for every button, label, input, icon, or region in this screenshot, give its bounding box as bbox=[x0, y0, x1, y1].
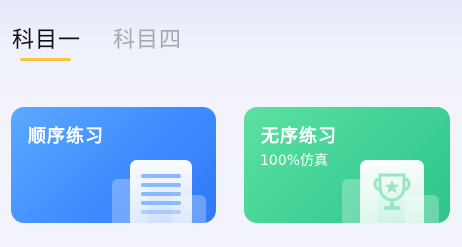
tab-subject-four[interactable]: 科目四 bbox=[113, 28, 182, 58]
subject-tabs: 科目一 科目四 bbox=[0, 0, 462, 90]
trophy-icon bbox=[342, 160, 439, 223]
sequential-practice-card[interactable]: 顺序练习 bbox=[11, 107, 216, 223]
sequential-practice-title: 顺序练习 bbox=[28, 126, 104, 147]
tab-subject-one[interactable]: 科目一 bbox=[12, 28, 81, 58]
document-icon bbox=[112, 160, 206, 223]
random-practice-card[interactable]: 无序练习 100%仿真 bbox=[244, 107, 450, 223]
random-practice-subtitle: 100%仿真 bbox=[260, 153, 329, 169]
active-tab-indicator bbox=[20, 58, 71, 61]
random-practice-title: 无序练习 bbox=[261, 126, 337, 147]
